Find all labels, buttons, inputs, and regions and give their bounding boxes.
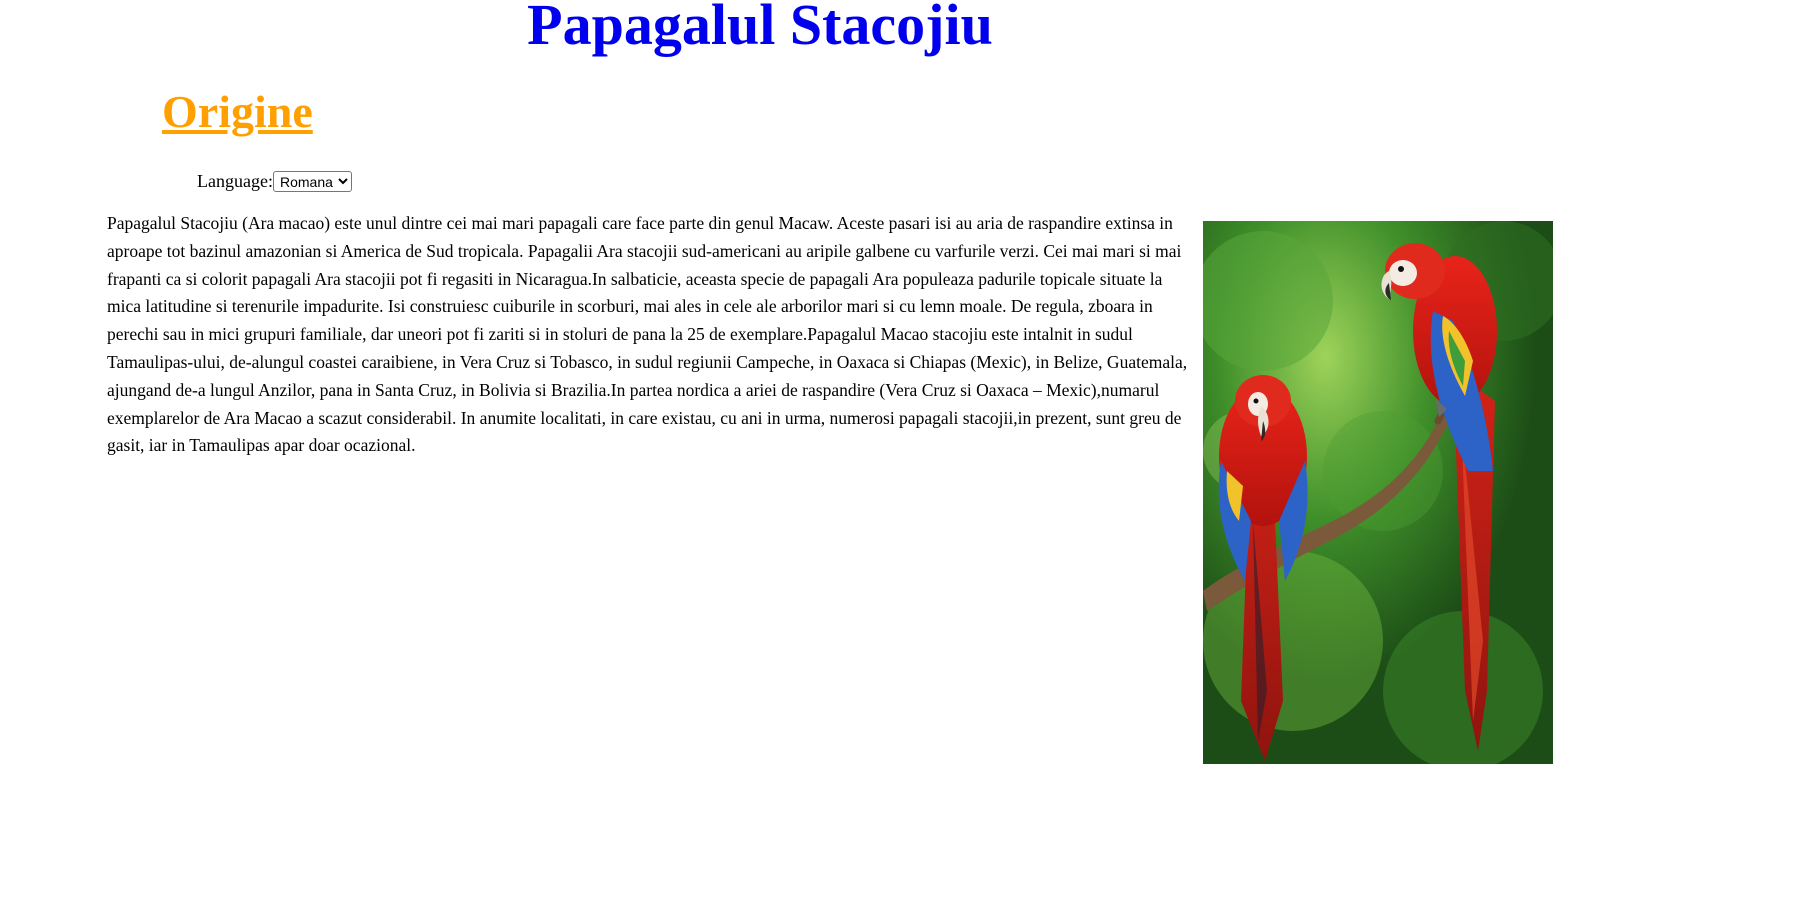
- language-selector-row: Language: Romana: [197, 171, 352, 192]
- page: Papagalul Stacojiu Origine Language: Rom…: [0, 0, 1807, 909]
- parrots-illustration: [1203, 221, 1553, 764]
- page-title: Papagalul Stacojiu: [527, 0, 993, 57]
- language-label: Language:: [197, 171, 273, 191]
- language-select[interactable]: Romana: [272, 171, 352, 192]
- scarlet-macaw-photo: [1203, 221, 1553, 764]
- section-heading-origine[interactable]: Origine: [162, 84, 313, 140]
- article-paragraph: Papagalul Stacojiu (Ara macao) este unul…: [107, 213, 1188, 456]
